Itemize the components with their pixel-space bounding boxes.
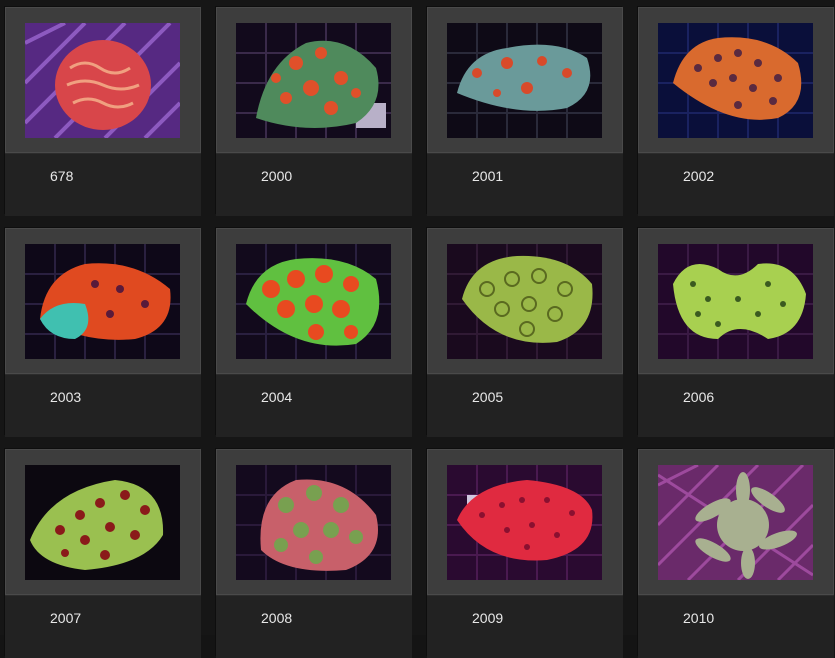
green-red-coral-photo[interactable] [25,465,180,580]
thumbnail-frame[interactable] [216,228,412,374]
red-coral-photo[interactable] [447,465,602,580]
thumbnail-frame[interactable] [5,228,201,374]
thumbnail-frame[interactable] [216,449,412,595]
pale-mushroom-coral-photo[interactable] [658,465,813,580]
thumbnail-frame[interactable] [427,449,623,595]
gallery-item[interactable]: 2003 [4,227,201,437]
gallery-item[interactable]: 2006 [637,227,834,437]
thumbnail-frame[interactable] [5,449,201,595]
gallery-item[interactable]: 2008 [215,448,412,658]
item-caption: 2004 [216,374,412,437]
orange-green-coral-photo[interactable] [236,244,391,359]
item-caption: 2006 [638,374,834,437]
gallery-item[interactable]: 2009 [426,448,623,658]
orange-coral-photo[interactable] [658,23,813,138]
gallery-item[interactable]: 2005 [426,227,623,437]
item-label: 2009 [472,610,504,626]
item-caption: 2007 [5,595,201,658]
item-caption: 2005 [427,374,623,437]
item-label: 2003 [50,389,82,405]
gallery-item[interactable]: 2002 [637,6,834,216]
thumbnail-frame[interactable] [427,7,623,153]
item-caption: 2002 [638,153,834,216]
item-label: 2000 [261,168,293,184]
gallery-item[interactable]: 2001 [426,6,623,216]
thumbnail-frame[interactable] [5,7,201,153]
thumbnail-frame[interactable] [638,7,834,153]
thumbnail-frame[interactable] [638,228,834,374]
green-orange-coral-photo[interactable] [236,23,391,138]
item-caption: 678 [5,153,201,216]
red-teal-coral-photo[interactable] [25,244,180,359]
item-caption: 2009 [427,595,623,658]
item-caption: 2001 [427,153,623,216]
item-label: 2007 [50,610,82,626]
item-label: 2006 [683,389,715,405]
item-caption: 2000 [216,153,412,216]
gallery-item[interactable]: 2007 [4,448,201,658]
item-label: 2002 [683,168,715,184]
item-label: 2001 [472,168,504,184]
item-caption: 2003 [5,374,201,437]
gallery-item[interactable]: 2010 [637,448,834,658]
item-caption: 2010 [638,595,834,658]
gallery-item[interactable]: 2000 [215,6,412,216]
gallery-item[interactable]: 678 [4,6,201,216]
red-brain-coral-photo[interactable] [25,23,180,138]
item-caption: 2008 [216,595,412,658]
thumbnail-frame[interactable] [638,449,834,595]
item-label: 2010 [683,610,715,626]
item-label: 2004 [261,389,293,405]
coral-gallery: 678 2000 2001 2002 2003 2004 2005 2006 2… [0,0,835,658]
item-label: 2005 [472,389,504,405]
pink-green-coral-photo[interactable] [236,465,391,580]
item-label: 2008 [261,610,293,626]
thumbnail-frame[interactable] [216,7,412,153]
item-label: 678 [50,168,74,184]
lime-coral-photo[interactable] [658,244,813,359]
blue-green-coral-photo[interactable] [447,23,602,138]
gallery-item[interactable]: 2004 [215,227,412,437]
green-coral-photo[interactable] [447,244,602,359]
thumbnail-frame[interactable] [427,228,623,374]
